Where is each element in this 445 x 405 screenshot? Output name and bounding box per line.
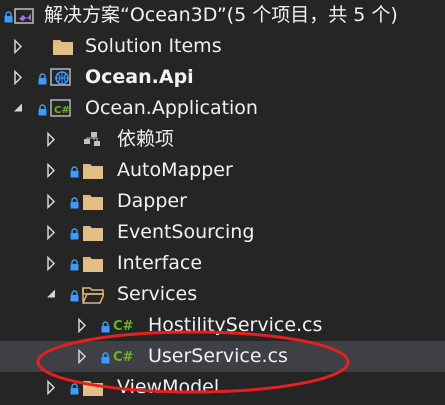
lock-icon xyxy=(70,228,79,240)
tree-row-ocean-api[interactable]: Ocean.Api xyxy=(0,62,445,93)
tree-label: Solution Items xyxy=(85,35,222,57)
tree-row-solution-items[interactable]: Solution Items xyxy=(0,31,445,62)
expand-arrow-icon[interactable] xyxy=(75,310,89,341)
tree-label: Ocean.Application xyxy=(85,97,258,119)
expand-arrow-icon[interactable] xyxy=(44,372,58,403)
folder-icon xyxy=(83,195,103,210)
tree-label: UserService.cs xyxy=(148,345,288,367)
lock-icon xyxy=(101,321,110,333)
svg-text:C#: C# xyxy=(113,350,134,365)
expand-arrow-icon[interactable] xyxy=(75,341,89,372)
tree-row-hostility-service[interactable]: C# HostilityService.cs xyxy=(0,310,445,341)
tree-label: EventSourcing xyxy=(117,221,255,243)
folder-icon xyxy=(83,226,103,241)
collapse-arrow-icon[interactable] xyxy=(11,93,25,124)
lock-icon xyxy=(38,104,47,116)
folder-icon xyxy=(83,164,103,179)
folder-open-icon xyxy=(82,287,104,304)
folder-icon xyxy=(53,40,73,55)
tree-row-eventsourcing[interactable]: EventSourcing xyxy=(0,217,445,248)
tree-row-automapper[interactable]: AutoMapper xyxy=(0,155,445,186)
tree-row-user-service[interactable]: C# UserService.cs xyxy=(0,341,445,372)
collapse-arrow-icon[interactable] xyxy=(44,279,58,310)
csharp-project-icon: C# xyxy=(50,99,71,117)
tree-row-dependencies[interactable]: 依赖项 xyxy=(0,124,445,155)
tree-label: AutoMapper xyxy=(117,159,233,181)
svg-text:C#: C# xyxy=(113,319,134,334)
expand-arrow-icon[interactable] xyxy=(44,248,58,279)
expand-arrow-icon[interactable] xyxy=(44,186,58,217)
expand-arrow-icon[interactable] xyxy=(11,31,25,62)
tree-row-viewmodel[interactable]: ViewModel xyxy=(0,372,445,403)
tree-label: Ocean.Api xyxy=(85,66,194,88)
svg-text:C#: C# xyxy=(54,105,70,116)
tree-row-interface[interactable]: Interface xyxy=(0,248,445,279)
csharp-file-icon: C# xyxy=(113,319,134,334)
tree-row-dapper[interactable]: Dapper xyxy=(0,186,445,217)
expand-arrow-icon[interactable] xyxy=(44,155,58,186)
lock-icon xyxy=(70,290,79,302)
tree-row-solution[interactable]: 解决方案“Ocean3D”(5 个项目，共 5 个) xyxy=(0,0,445,31)
tree-label: HostilityService.cs xyxy=(148,314,323,336)
web-project-icon xyxy=(50,68,71,86)
lock-icon xyxy=(38,73,47,85)
lock-icon xyxy=(4,11,13,23)
expand-arrow-icon[interactable] xyxy=(44,124,58,155)
tree-row-services[interactable]: Services xyxy=(0,279,445,310)
tree-label: Services xyxy=(117,283,198,305)
folder-icon xyxy=(83,381,103,396)
csharp-file-icon: C# xyxy=(113,350,134,365)
folder-icon xyxy=(83,257,103,272)
tree-row-ocean-application[interactable]: C# Ocean.Application xyxy=(0,93,445,124)
visual-studio-solution-icon xyxy=(14,8,34,24)
tree-label: 依赖项 xyxy=(117,128,175,150)
tree-label: Interface xyxy=(117,252,203,274)
lock-icon xyxy=(70,259,79,271)
solution-explorer-tree: 解决方案“Ocean3D”(5 个项目，共 5 个) Solution Item… xyxy=(0,0,445,405)
lock-icon xyxy=(101,352,110,364)
solution-label: 解决方案“Ocean3D”(5 个项目，共 5 个) xyxy=(44,4,398,26)
lock-icon xyxy=(70,383,79,395)
lock-icon xyxy=(70,197,79,209)
tree-label: Dapper xyxy=(117,190,187,212)
dependencies-icon xyxy=(84,132,100,146)
tree-label: ViewModel xyxy=(117,376,220,398)
lock-icon xyxy=(70,166,79,178)
expand-arrow-icon[interactable] xyxy=(11,62,25,93)
expand-arrow-icon[interactable] xyxy=(44,217,58,248)
